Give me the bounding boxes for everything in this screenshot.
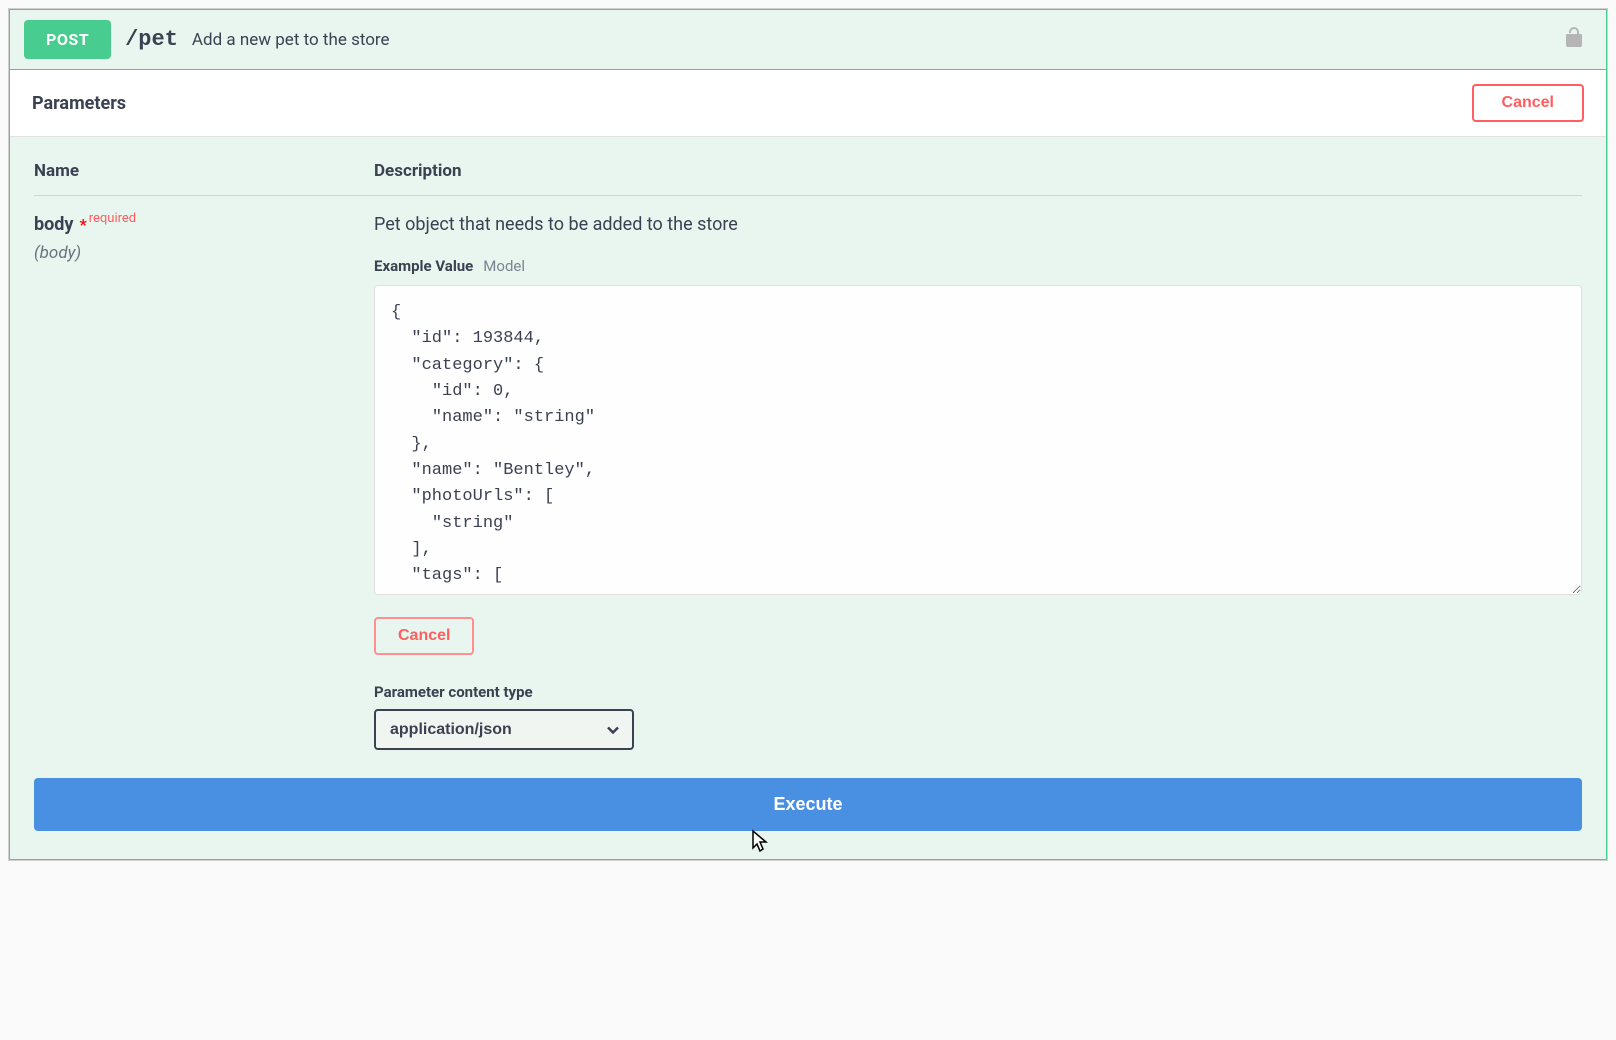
tab-model[interactable]: Model [483, 257, 525, 275]
body-textarea[interactable] [374, 285, 1582, 595]
tab-example-value[interactable]: Example Value [374, 257, 473, 275]
content-type-select[interactable]: application/json [374, 709, 634, 750]
parameter-description: Pet object that needs to be added to the… [374, 214, 1582, 235]
endpoint-summary: Add a new pet to the store [192, 30, 1542, 50]
content-type-section: Parameter content type application/json [374, 683, 1582, 750]
body-tabs: Example Value Model [374, 257, 1582, 275]
swagger-container: POST /pet Add a new pet to the store Par… [8, 8, 1608, 861]
endpoint-path: /pet [125, 27, 178, 52]
execute-button[interactable]: Execute [34, 778, 1582, 831]
column-header-description: Description [374, 161, 1582, 181]
required-star: * [75, 215, 86, 234]
parameter-name: body [34, 214, 73, 235]
parameter-in: (body) [34, 243, 374, 263]
parameters-body: Name Description body *required (body) P… [10, 137, 1606, 778]
content-type-label: Parameter content type [374, 683, 1582, 701]
parameter-name-cell: body *required (body) [34, 214, 374, 750]
parameters-table: Name Description body *required (body) P… [34, 161, 1582, 750]
parameter-description-cell: Pet object that needs to be added to the… [374, 214, 1582, 750]
content-type-select-wrapper: application/json [374, 709, 634, 750]
execute-wrapper: Execute [10, 778, 1606, 859]
parameters-header: Parameters Cancel [10, 70, 1606, 137]
column-header-name: Name [34, 161, 374, 181]
cancel-button[interactable]: Cancel [1472, 84, 1584, 122]
table-header-row: Name Description [34, 161, 1582, 196]
method-badge: POST [24, 20, 111, 59]
operation-summary[interactable]: POST /pet Add a new pet to the store [10, 10, 1606, 70]
parameters-title: Parameters [32, 93, 126, 114]
required-label: required [89, 211, 136, 226]
lock-icon[interactable] [1556, 26, 1592, 54]
body-cancel-button[interactable]: Cancel [374, 617, 474, 655]
operation-block: POST /pet Add a new pet to the store Par… [9, 9, 1607, 860]
parameter-row: body *required (body) Pet object that ne… [34, 214, 1582, 750]
